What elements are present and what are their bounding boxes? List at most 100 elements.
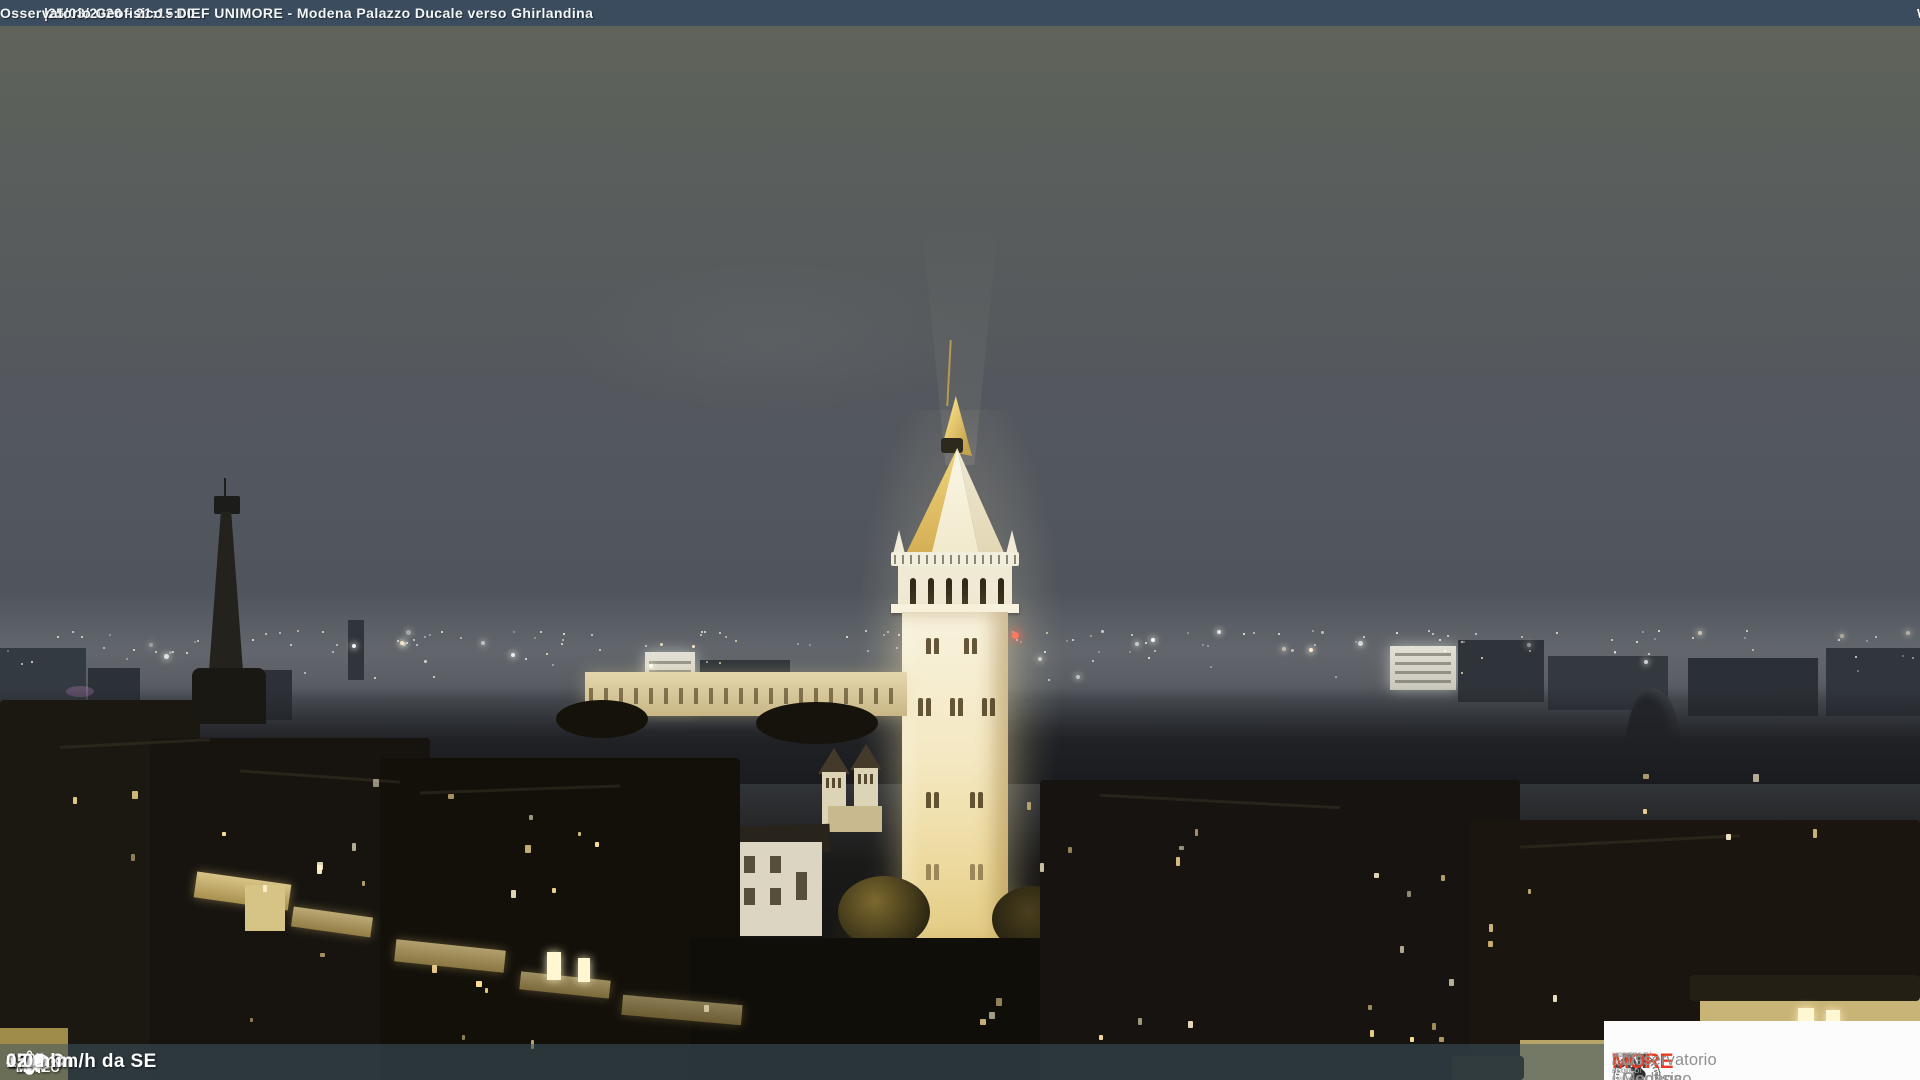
city-light [1217,630,1221,634]
window-light [1179,846,1184,850]
city-light [424,660,427,663]
city-light [72,631,74,633]
city-light [1644,660,1648,664]
tower-belfry [898,566,1012,606]
window-light [1449,979,1454,986]
city-light [155,651,157,653]
city-light [1857,670,1859,672]
city-light [1461,672,1463,674]
city-light [406,642,408,644]
city-light [1092,660,1094,662]
city-light [692,645,695,648]
city-light [1076,675,1080,679]
city-light [513,631,515,633]
window-light [1068,847,1072,853]
city-light [1752,649,1754,651]
city-light [21,663,23,665]
skyline-building [348,620,364,680]
lit-window [547,952,561,980]
city-light [1875,636,1877,638]
city-light [561,643,563,645]
city-light [149,643,153,647]
city-light [1556,632,1558,634]
window-light [980,1019,986,1025]
city-light [397,640,399,642]
city-light [374,677,376,679]
window-light [1489,924,1493,932]
city-light [1475,633,1477,635]
tree-silhouette [756,702,878,744]
window-light [352,843,356,851]
city-light [1314,644,1316,646]
city-light [645,645,647,647]
city-light [1090,635,1092,637]
city-light [846,636,848,638]
window-light [73,797,77,804]
city-light [660,643,663,646]
window-light [595,842,599,847]
city-light [1746,630,1748,632]
city-light [1912,657,1914,659]
window-light [1370,1030,1374,1037]
city-light [546,653,548,655]
city-light [1243,633,1245,635]
city-light [552,664,554,666]
ghirlandina-spire [900,448,1010,566]
city-light [1358,641,1363,646]
city-light [562,639,564,641]
city-light [1207,645,1209,647]
city-light [1309,648,1313,652]
city-light [400,641,404,645]
city-light [1744,637,1746,639]
unimore-logo-box: UNIMORE UNIVERSITÀ DEGLI STUDI DI MODENA… [1604,1021,1920,1080]
city-light [1698,631,1702,635]
city-light [1481,657,1483,659]
window-light [476,981,482,987]
window-light [1643,774,1649,779]
city-light [700,634,702,636]
window-light [989,1012,995,1019]
window-light [1188,1021,1193,1028]
city-light [352,644,356,648]
city-light [126,658,128,660]
window-light [552,888,556,893]
lit-highrise [1390,646,1456,690]
city-light [649,664,653,668]
city-light [1131,634,1133,636]
city-light [525,658,527,660]
window-light [578,832,581,836]
city-light [1527,643,1531,647]
window-light [1553,995,1557,1002]
city-light [336,644,338,646]
city-light [1187,632,1189,634]
city-light [652,653,654,655]
window-light [1176,857,1180,866]
city-light [297,630,299,632]
window-light [996,998,1002,1006]
city-light [1282,647,1286,651]
city-light [1151,638,1155,642]
city-light [290,644,292,646]
city-light [1428,630,1430,632]
city-light [704,631,706,633]
city-light [252,639,254,641]
city-light [719,662,721,664]
city-light [540,631,542,633]
dark-roof [1690,975,1920,1001]
sky-haze [560,260,980,420]
city-light [133,649,135,651]
duomo-gable [828,806,882,832]
tree-silhouette [556,700,648,738]
city-light [31,661,33,663]
city-light [735,640,737,642]
city-light [197,640,199,642]
window-light [1195,829,1198,836]
window-light [485,988,488,993]
city-light [1855,656,1857,658]
city-light [719,632,721,634]
city-light [1202,644,1204,646]
city-light [1396,632,1398,634]
city-light [1648,653,1650,655]
window-light [1138,1018,1142,1025]
city-light [424,636,426,638]
